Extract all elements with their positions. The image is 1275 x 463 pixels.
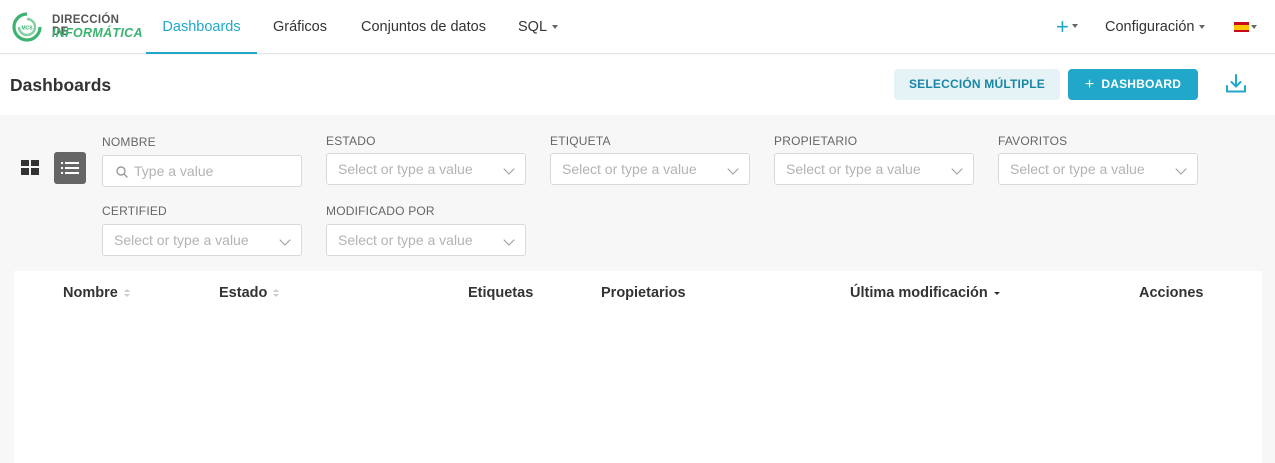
list-view-icon bbox=[61, 162, 79, 174]
filter-label-owner: PROPIETARIO bbox=[774, 134, 858, 148]
favorites-select-placeholder: Select or type a value bbox=[1010, 161, 1145, 177]
bulk-select-button[interactable]: SELECCIÓN MÚLTIPLE bbox=[894, 69, 1060, 100]
settings-menu[interactable]: Configuración bbox=[1105, 0, 1206, 54]
plus-icon: + bbox=[1056, 14, 1069, 39]
grid-view-icon[interactable] bbox=[14, 152, 46, 184]
status-select-placeholder: Select or type a value bbox=[338, 161, 473, 177]
chevron-down-icon bbox=[1071, 24, 1078, 29]
filter-label-name: NOMBRE bbox=[102, 135, 156, 149]
name-search-placeholder: Type a value bbox=[134, 163, 214, 179]
svg-text:MCS: MCS bbox=[21, 26, 33, 32]
add-dashboard-button[interactable]: + DASHBOARD bbox=[1068, 69, 1198, 100]
column-header-last-modified-label: Última modificación bbox=[850, 285, 988, 301]
chevron-down-icon bbox=[1251, 25, 1257, 29]
search-icon bbox=[116, 166, 128, 178]
nav-sql-label: SQL bbox=[518, 19, 548, 35]
column-header-status-label: Estado bbox=[219, 285, 268, 301]
nav-sql[interactable]: SQL bbox=[518, 0, 559, 54]
chevron-down-icon bbox=[951, 163, 963, 175]
list-view-toggle[interactable] bbox=[54, 152, 86, 184]
chevron-down-icon bbox=[503, 163, 515, 175]
favorites-select[interactable]: Select or type a value bbox=[998, 153, 1198, 185]
spain-flag-icon bbox=[1234, 22, 1249, 32]
download-icon[interactable] bbox=[1224, 72, 1248, 96]
settings-menu-label: Configuración bbox=[1105, 19, 1195, 35]
chevron-down-icon bbox=[1175, 163, 1187, 175]
page-header: Dashboards SELECCIÓN MÚLTIPLE + DASHBOARD bbox=[0, 55, 1275, 115]
status-select[interactable]: Select or type a value bbox=[326, 153, 526, 185]
nav-dashboards[interactable]: Dashboards bbox=[146, 0, 257, 54]
column-header-name[interactable]: Nombre bbox=[63, 285, 130, 301]
column-header-name-label: Nombre bbox=[63, 285, 118, 301]
filter-label-modified-by: MODIFICADO POR bbox=[326, 204, 435, 218]
column-header-last-modified[interactable]: Última modificación bbox=[850, 285, 1000, 301]
chevron-down-icon bbox=[503, 234, 515, 246]
owner-select[interactable]: Select or type a value bbox=[774, 153, 974, 185]
dashboards-table: Nombre Estado Etiquetas Propietarios Últ… bbox=[14, 271, 1262, 463]
sort-icon bbox=[273, 288, 280, 298]
filter-label-certified: CERTIFIED bbox=[102, 204, 167, 218]
tag-select-placeholder: Select or type a value bbox=[562, 161, 697, 177]
language-menu[interactable] bbox=[1234, 0, 1264, 54]
column-header-owners: Propietarios bbox=[601, 285, 686, 301]
sort-desc-icon bbox=[993, 289, 1000, 298]
column-header-status[interactable]: Estado bbox=[219, 285, 280, 301]
chevron-down-icon bbox=[727, 163, 739, 175]
add-new-menu[interactable]: + bbox=[1056, 14, 1078, 40]
chevron-down-icon bbox=[1199, 25, 1206, 30]
column-header-tags: Etiquetas bbox=[468, 285, 534, 301]
modified-by-select[interactable]: Select or type a value bbox=[326, 224, 526, 256]
plus-icon: + bbox=[1084, 76, 1095, 93]
nav-datasets[interactable]: Conjuntos de datos bbox=[361, 0, 486, 54]
brand-logo[interactable]: MCS DIRECCIÓN DE INFORMÁTICA bbox=[12, 11, 142, 43]
add-dashboard-label: DASHBOARD bbox=[1101, 77, 1182, 91]
name-search-input[interactable]: Type a value bbox=[102, 155, 302, 187]
owner-select-placeholder: Select or type a value bbox=[786, 161, 921, 177]
filter-label-favorites: FAVORITOS bbox=[998, 134, 1068, 148]
sort-icon bbox=[123, 288, 130, 298]
filter-label-tag: ETIQUETA bbox=[550, 134, 611, 148]
top-navbar: MCS DIRECCIÓN DE INFORMÁTICA Dashboards … bbox=[0, 0, 1275, 54]
page-title: Dashboards bbox=[10, 75, 112, 95]
nav-charts[interactable]: Gráficos bbox=[273, 0, 327, 54]
logo-line-2: INFORMÁTICA bbox=[52, 26, 143, 40]
column-header-actions: Acciones bbox=[1139, 285, 1204, 301]
certified-select[interactable]: Select or type a value bbox=[102, 224, 302, 256]
chevron-down-icon bbox=[279, 234, 291, 246]
tag-select[interactable]: Select or type a value bbox=[550, 153, 750, 185]
filter-label-status: ESTADO bbox=[326, 134, 376, 148]
chevron-down-icon bbox=[552, 25, 559, 30]
modified-by-select-placeholder: Select or type a value bbox=[338, 232, 473, 248]
logo-mark-icon: MCS bbox=[12, 12, 42, 42]
certified-select-placeholder: Select or type a value bbox=[114, 232, 249, 248]
